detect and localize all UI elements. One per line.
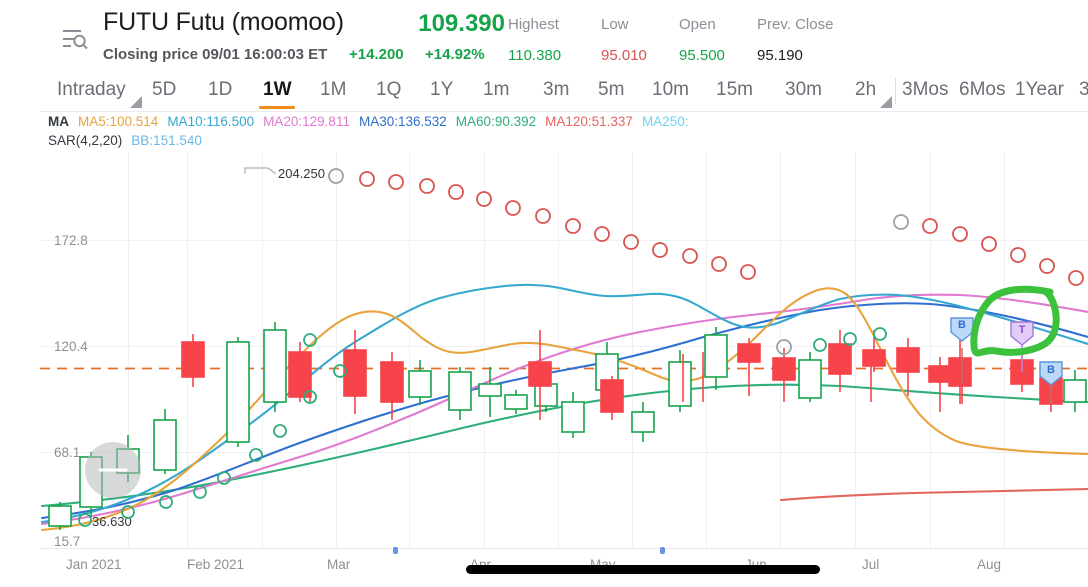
ma-legend-entry: MA5:100.514 <box>78 114 159 129</box>
page-title: FUTU Futu (moomoo) <box>103 8 344 36</box>
timeframe-tab-1d[interactable]: 1D <box>208 70 232 112</box>
price-chart[interactable]: 172.8 120.4 68.1 15.7 204.250 36.630 B T… <box>0 152 1088 552</box>
period-low-value: 36.630 <box>92 514 132 529</box>
stat-low-value: 95.010 <box>601 47 647 64</box>
stat-highest-label: Highest <box>508 16 559 33</box>
timeframe-tab-30m[interactable]: 30m <box>785 70 822 112</box>
timeframe-tabs[interactable]: Intraday 5D 1D 1W 1M 1Q 1Y 1m 3m 5m 10m 15m 30m 2h 3Mo… <box>0 70 1088 112</box>
timeframe-tab-label: 3Mos <box>902 79 949 100</box>
x-axis-label: Mar <box>327 557 351 572</box>
y-tick-2: 68.1 <box>54 445 80 460</box>
stat-highest-value: 110.380 <box>508 47 562 64</box>
timeframe-tab-3mos[interactable]: 3Mos <box>902 70 948 112</box>
stat-open-label: Open <box>679 16 716 33</box>
list-search-icon[interactable] <box>55 22 91 52</box>
timeframe-tab-3m[interactable]: 3m <box>543 70 569 112</box>
bb-legend-entry: BB:151.540 <box>131 133 202 148</box>
x-axis-label: Aug <box>977 557 1001 572</box>
period-high-value: 204.250 <box>278 166 325 181</box>
ma-legend-title: MA <box>48 114 69 129</box>
chevron-expand-icon[interactable] <box>880 96 892 108</box>
ma-legend-entry: MA20:129.811 <box>263 114 350 129</box>
quote-header: FUTU Futu (moomoo) 109.390 Closing price… <box>0 0 1088 70</box>
timeframe-tab-1q[interactable]: 1Q <box>376 70 401 112</box>
timeframe-tab-label: 10m <box>652 79 689 100</box>
timeframe-tab-label: 5m <box>598 79 625 100</box>
timeframe-tab-6mos[interactable]: 6Mos <box>959 70 1005 112</box>
trade-marker-buy-1-label: B <box>958 319 966 331</box>
timeframe-tab-10m[interactable]: 10m <box>652 70 689 112</box>
timeframe-tab-label: 15m <box>716 79 753 100</box>
scroll-marker-1 <box>393 547 398 554</box>
indicator-legend: MA MA5:100.514 MA10:116.500 MA20:129.811 MA3… <box>48 114 1088 154</box>
timeframe-tab-label: 1m <box>483 79 510 100</box>
chevron-expand-icon[interactable] <box>130 96 142 108</box>
home-indicator <box>466 565 820 574</box>
x-axis-label: Feb 2021 <box>187 557 244 572</box>
ma-legend-entry: MA10:116.500 <box>167 114 255 129</box>
sar-legend-row[interactable]: SAR(4,2,20) BB:151.540 <box>48 133 211 148</box>
stat-low-label: Low <box>601 16 629 33</box>
timeframe-tab-2h[interactable]: 2h <box>855 70 876 112</box>
timeframe-tab-label: Intraday <box>57 79 126 100</box>
timeframe-tab-label: 3 <box>1079 79 1088 100</box>
scroll-marker-2 <box>660 547 665 554</box>
ma-legend-entry: MA120:51.337 <box>545 114 633 129</box>
last-price: 109.390 <box>418 10 505 37</box>
change-percent: +14.92% <box>425 46 485 63</box>
timeframe-tab-label: 1W <box>263 79 292 100</box>
stat-prev-close-value: 95.190 <box>757 47 803 64</box>
active-tab-underline <box>259 106 296 109</box>
timeframe-tab-label: 3m <box>543 79 570 100</box>
trade-marker-note-label: T <box>1019 324 1026 336</box>
period-high-annotation: 204.250 <box>244 166 325 181</box>
ma-legend-entry: MA250: <box>641 114 689 129</box>
timeframe-tab-15m[interactable]: 15m <box>716 70 753 112</box>
x-axis-label: Jul <box>862 557 879 572</box>
x-axis-label: Jan 2021 <box>66 557 122 572</box>
ma-legend-entry: MA60:90.392 <box>455 114 537 129</box>
y-tick-0: 172.8 <box>54 233 88 248</box>
timeframe-tab-1w[interactable]: 1W <box>259 70 296 112</box>
timeframe-tab-1m[interactable]: 1m <box>483 70 509 112</box>
timeframe-tab-label: 1M <box>320 79 347 100</box>
timeframe-tab-label: 1Y <box>430 79 454 100</box>
tabs-separator <box>895 78 896 104</box>
change-absolute: +14.200 <box>349 46 404 63</box>
timeframe-tab-5d[interactable]: 5D <box>152 70 176 112</box>
timeframe-tab-1y[interactable]: 1Y <box>430 70 453 112</box>
timeframe-tab-label: 1Year <box>1015 79 1064 100</box>
y-tick-3: 15.7 <box>54 534 80 549</box>
closing-price-label: Closing price 09/01 16:00:03 ET <box>103 46 328 63</box>
x-axis-divider <box>40 548 1088 549</box>
stat-open-value: 95.500 <box>679 47 725 64</box>
crosshair-drag-handle[interactable] <box>85 442 141 498</box>
ma-legend-entry: MA30:136.532 <box>358 114 447 129</box>
timeframe-tab-label: 30m <box>785 79 822 100</box>
timeframe-tab-5m[interactable]: 5m <box>598 70 624 112</box>
timeframe-tab-3[interactable]: 3 <box>1079 70 1088 112</box>
timeframe-tab-1year[interactable]: 1Year <box>1015 70 1064 112</box>
trade-marker-buy-2-label: B <box>1047 364 1055 376</box>
stat-prev-close-label: Prev. Close <box>757 16 834 33</box>
sar-legend-title: SAR(4,2,20) <box>48 133 123 148</box>
timeframe-tab-label: 2h <box>855 79 877 100</box>
ma120-line <box>779 487 1088 502</box>
y-tick-1: 120.4 <box>54 339 88 354</box>
timeframe-tab-label: 6Mos <box>959 79 1006 100</box>
chart-svg[interactable]: 172.8 120.4 68.1 15.7 204.250 36.630 B T… <box>0 152 1088 552</box>
tabs-divider <box>40 111 1088 112</box>
ma-legend-row[interactable]: MA MA5:100.514 MA10:116.500 MA20:129.811 MA3… <box>48 114 697 129</box>
timeframe-tab-label: 1D <box>208 79 233 100</box>
timeframe-tab-1m[interactable]: 1M <box>320 70 346 112</box>
timeframe-tab-label: 5D <box>152 79 177 100</box>
timeframe-tab-intraday[interactable]: Intraday <box>57 70 126 112</box>
timeframe-tab-label: 1Q <box>376 79 402 100</box>
chart-screen: FUTU Futu (moomoo) 109.390 Closing price… <box>0 0 1088 587</box>
